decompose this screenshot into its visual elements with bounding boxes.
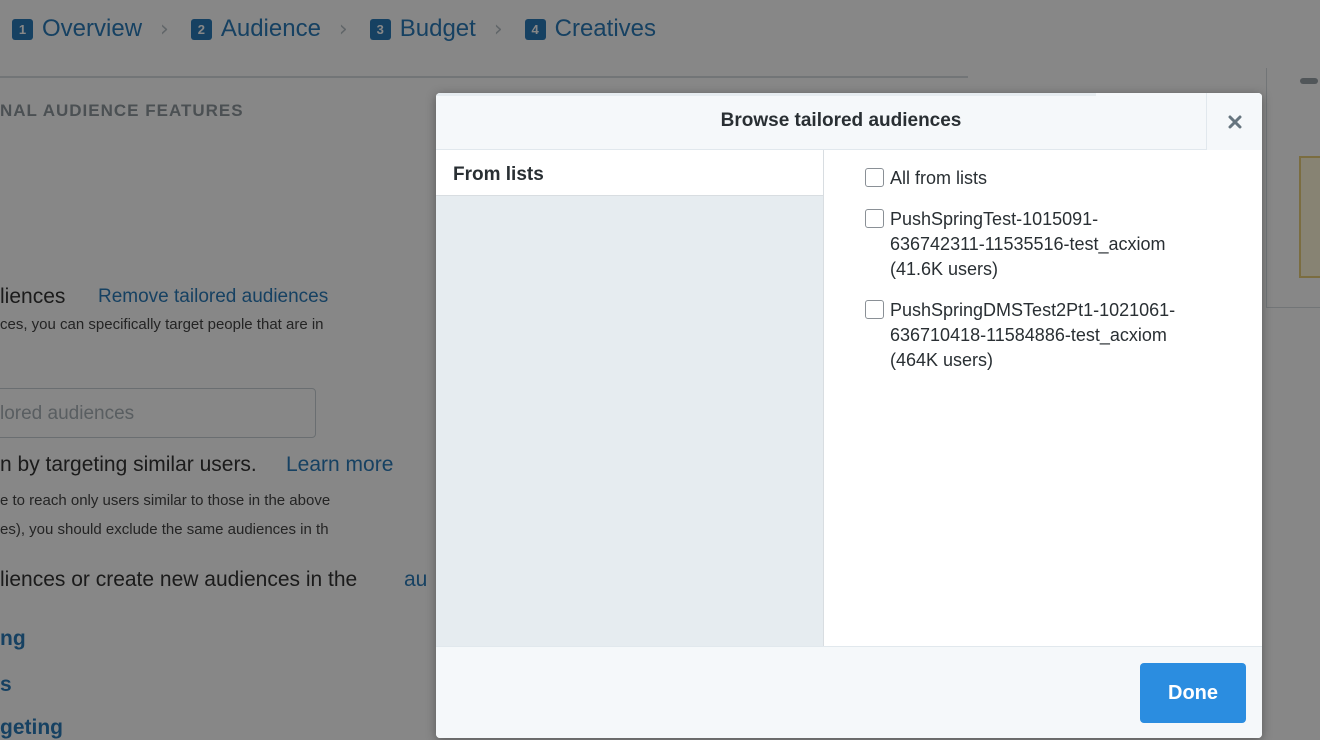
audience-options: All from lists PushSpringTest-1015091- 6…: [824, 150, 1262, 646]
dialog-footer: Done: [436, 646, 1262, 738]
dialog-header: Browse tailored audiences: [436, 93, 1262, 150]
option-audience-list[interactable]: PushSpringTest-1015091- 636742311-115355…: [865, 207, 1220, 282]
close-icon: [1228, 115, 1241, 128]
checkbox[interactable]: [865, 300, 884, 319]
checkbox[interactable]: [865, 209, 884, 228]
lists-category-area: [436, 195, 823, 646]
option-audience-list[interactable]: PushSpringDMSTest2Pt1-1021061- 636710418…: [865, 298, 1220, 373]
dialog-title: Browse tailored audiences: [720, 110, 962, 131]
option-label: All from lists: [890, 168, 988, 188]
option-label: PushSpringDMSTest2Pt1-1021061- 636710418…: [890, 300, 1176, 370]
lists-pane: From lists: [436, 150, 824, 646]
from-lists-label: From lists: [453, 164, 544, 185]
done-button[interactable]: Done: [1140, 663, 1246, 723]
close-button[interactable]: [1206, 93, 1262, 150]
browse-tailored-audiences-dialog: Browse tailored audiences From lists All…: [436, 93, 1262, 738]
option-label: PushSpringTest-1015091- 636742311-115355…: [890, 209, 1166, 279]
checkbox[interactable]: [865, 168, 884, 187]
option-all-from-lists[interactable]: All from lists: [865, 166, 1220, 191]
